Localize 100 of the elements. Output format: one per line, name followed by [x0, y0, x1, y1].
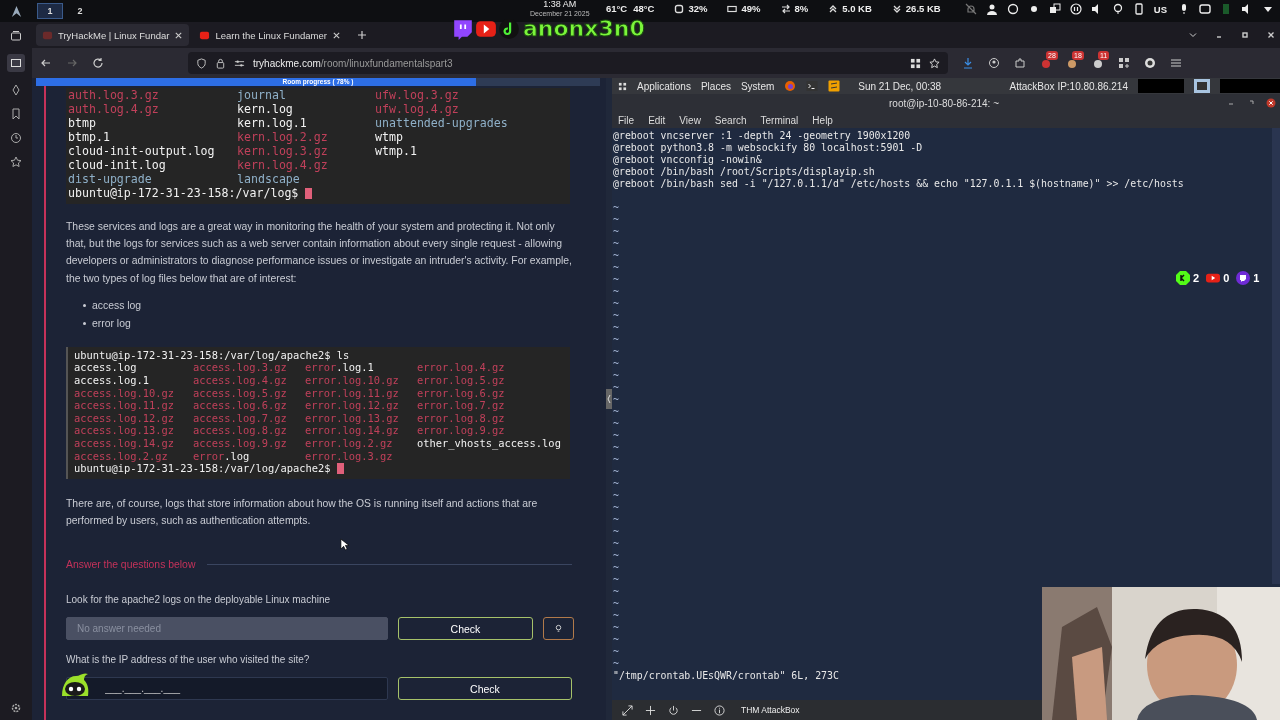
profile-icon[interactable] [1144, 57, 1156, 69]
reload-icon[interactable] [92, 57, 104, 69]
user-icon[interactable] [985, 3, 998, 15]
stat-reading: 49% [741, 3, 761, 14]
monitor-graph [1138, 79, 1184, 93]
power-icon[interactable] [668, 704, 679, 716]
file-name: access.log.8.gz [193, 424, 288, 437]
panel-menu[interactable]: Places [700, 80, 731, 92]
badge-icon [1176, 271, 1190, 285]
address-bar[interactable]: tryhackme.com/room/linuxfundamentalspart3 [188, 52, 948, 74]
download-icon[interactable] [962, 57, 974, 69]
extension-icon[interactable] [1040, 57, 1052, 69]
file-name: journal [237, 88, 287, 102]
sidebar-icon[interactable] [7, 54, 25, 72]
file-name: error.log.13.gz [305, 411, 400, 425]
file-name: access.log.13.gz [74, 424, 176, 437]
close-icon[interactable] [1266, 98, 1276, 108]
launcher-icon[interactable] [10, 4, 23, 18]
terminal-line: @reboot vncconfig -nowin& [613, 154, 763, 166]
panel-menu[interactable]: Applications [637, 80, 691, 92]
menu-grid-icon[interactable] [618, 81, 627, 91]
file-name: access.log.12.gz [74, 411, 176, 425]
bulb-icon[interactable] [1111, 3, 1124, 15]
file-name: error.log.3.gz [305, 449, 394, 463]
file-name: access.log.14.gz [74, 436, 176, 450]
browser-tab[interactable]: Learn the Linux Fundamer [193, 24, 347, 46]
phone-icon[interactable] [1132, 3, 1145, 15]
collapse-handle-icon[interactable] [606, 389, 612, 409]
workspace-button[interactable]: 1 [37, 3, 63, 19]
display-icon[interactable] [1199, 3, 1211, 15]
empty-line-marker: ~ [613, 478, 620, 490]
empty-line-marker: ~ [613, 394, 620, 406]
check-button[interactable]: Check [398, 677, 572, 701]
file-name: dist-upgrade [68, 172, 153, 186]
plus-icon[interactable] [645, 704, 656, 716]
panel-menu[interactable]: System [740, 80, 775, 92]
play-icon [1206, 271, 1221, 285]
file-name: unattended-upgrades [375, 116, 508, 130]
upload-icon [828, 3, 839, 14]
bell-off-icon[interactable] [964, 3, 977, 15]
empty-line-marker: ~ [613, 586, 620, 598]
editor-icon[interactable] [828, 80, 841, 92]
file-name: access.log.7.gz [193, 411, 288, 425]
terminal-line: @reboot python3.8 -m websockify 80 localhost:5901 -D [613, 142, 924, 154]
menu-item[interactable]: Edit [648, 114, 666, 126]
menu-item[interactable]: View [679, 114, 701, 126]
menu-item[interactable]: File [618, 114, 635, 126]
file-name: access.log.4.gz [193, 374, 288, 387]
terminal-icon[interactable] [806, 80, 819, 92]
browser-tab[interactable]: TryHackMe | Linux Fundar [36, 24, 190, 46]
pause-icon[interactable] [1069, 3, 1082, 15]
bookmark-icon[interactable] [10, 108, 22, 120]
back-icon[interactable] [40, 57, 52, 69]
empty-line-marker: ~ [613, 502, 620, 514]
answer-field[interactable]: ___.___.___.___ [66, 677, 388, 701]
file-name: cloud-init-output.log [68, 144, 216, 158]
empty-line-marker: ~ [613, 646, 620, 658]
empty-line-marker: ~ [613, 226, 620, 238]
info-icon[interactable] [714, 704, 725, 716]
empty-line-marker: ~ [613, 574, 620, 586]
scrollbar[interactable] [1272, 128, 1280, 584]
close-icon[interactable] [174, 30, 184, 40]
fullscreen-icon[interactable] [622, 704, 633, 716]
account-icon[interactable] [988, 57, 1000, 69]
settings-icon[interactable] [10, 702, 22, 714]
terminal-line: @reboot /bin/bash sed -i "/127.0.1.1/d" /etc/hosts && echo "127.0.1.1 $(hostname)" >> /etc/hosts [613, 178, 1185, 190]
windows-icon[interactable] [1048, 3, 1061, 15]
menu-item[interactable]: Help [812, 114, 833, 126]
list-item: error log [92, 318, 131, 330]
empty-line-marker: ~ [613, 334, 620, 346]
close-icon[interactable] [331, 30, 341, 40]
extension-icon[interactable] [1066, 57, 1078, 69]
file-name: wtmp.1 [375, 144, 417, 158]
menu-icon[interactable] [1170, 57, 1182, 69]
empty-line-marker: ~ [613, 598, 620, 610]
keyboard-layout[interactable]: US [1153, 3, 1167, 15]
star-icon[interactable] [10, 156, 22, 168]
file-name: cloud-init.log [68, 158, 167, 172]
maximize-icon[interactable] [1240, 30, 1250, 40]
new-tab-icon[interactable] [356, 30, 367, 40]
close-icon[interactable] [1266, 30, 1276, 40]
tabs-icon[interactable] [10, 30, 22, 42]
extension-icon[interactable] [1092, 57, 1104, 69]
file-name: access.log.2.gz [74, 449, 169, 463]
terminal-icon[interactable] [1194, 79, 1210, 93]
empty-line-marker: ~ [613, 514, 620, 526]
grid-icon[interactable] [910, 57, 921, 69]
workspace-button[interactable]: 2 [67, 3, 93, 19]
tab-favicon-icon [42, 29, 53, 41]
chevron-down-icon[interactable] [1188, 30, 1198, 40]
menu-item[interactable]: Search [714, 114, 747, 126]
empty-line-marker: ~ [613, 550, 620, 562]
history-icon[interactable] [10, 132, 22, 144]
clock-time: 1:38 AM [543, 0, 577, 9]
firefox-icon[interactable] [784, 80, 797, 92]
empty-line-marker: ~ [613, 382, 620, 394]
empty-line-marker: ~ [613, 538, 620, 550]
forward-icon[interactable] [66, 57, 78, 69]
apps-icon[interactable] [1118, 57, 1130, 69]
menu-item[interactable]: Terminal [760, 114, 799, 126]
